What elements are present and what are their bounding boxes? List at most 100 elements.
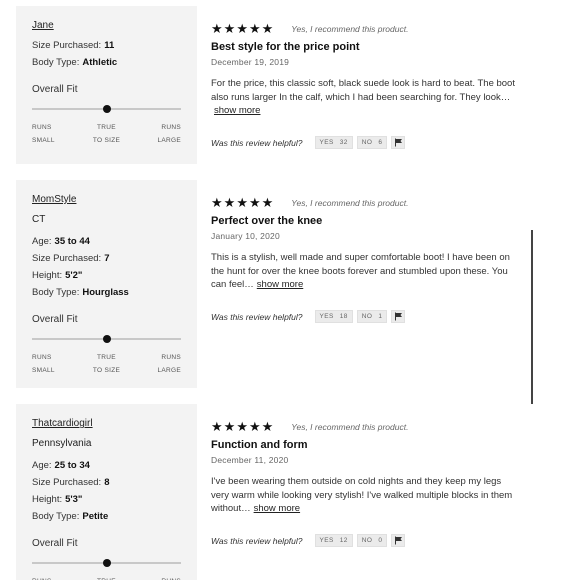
reviewer-attribute: Body Type: Petite [32,511,181,528]
attribute-label: Height: [32,270,63,281]
no-label: NO [361,313,373,320]
helpful-no-button[interactable]: NO 6 [356,136,388,149]
star-rating: ★ ★ ★ ★ ★ [211,23,273,36]
star-icon: ★ [248,195,261,211]
attribute-label: Body Type: [32,57,80,68]
reviewer-attribute: Size Purchased: 8 [32,477,181,494]
reviewer-username-link[interactable]: MomStyle [32,194,181,207]
star-icon: ★ [223,419,236,435]
reviewer-profile: Jane Size Purchased: 11 Body Type: Athletic O… [16,6,197,164]
fit-slider-marker [102,335,111,343]
helpful-yes-button[interactable]: YES 18 [314,310,353,323]
helpful-yes-button[interactable]: YES 12 [314,534,353,547]
fit-label-line: SMALL [32,137,55,144]
helpful-no-button[interactable]: NO 0 [356,534,388,547]
star-icon: ★ [248,419,261,435]
fit-label-line: RUNS [32,575,55,580]
reviewer-attribute: Age: 25 to 34 [32,460,181,477]
no-label: NO [361,139,373,146]
fit-label-line: TRUE [97,124,116,131]
rating-row: ★ ★ ★ ★ ★ Yes, I recommend this product. [211,196,531,210]
star-icon: ★ [211,21,223,37]
review-date: December 19, 2019 [211,57,290,67]
reviewer-username-link[interactable]: Thatcardiogirl [32,418,181,431]
review-body: For the price, this classic soft, black … [211,77,521,118]
reviewer-attribute: Size Purchased: 11 [32,40,181,57]
no-label: NO [361,537,373,544]
helpful-row: Was this review helpful? YES 32 NO 6 [211,136,531,150]
reviewer-attribute: Body Type: Athletic [32,57,181,74]
review-title: Best style for the price point [211,41,360,53]
reviewer-attribute: Body Type: Hourglass [32,287,181,304]
attribute-value: 5'2" [65,270,83,281]
overall-fit-slider [32,332,181,346]
reviewer-username-link[interactable]: Jane [32,20,181,33]
overall-fit-label: Overall Fit [32,538,78,549]
review-date: January 10, 2020 [211,231,280,241]
review-content: ★ ★ ★ ★ ★ Yes, I recommend this product. Perfe… [211,196,531,324]
reviewer-profile: Thatcardiogirl Pennsylvania Age: 25 to 34 Si… [16,404,197,580]
fit-label-line: SMALL [32,367,55,374]
fit-label-line: TO SIZE [92,137,121,144]
helpful-no-button[interactable]: NO 1 [356,310,388,323]
report-flag-button[interactable] [391,134,406,152]
yes-label: YES [319,537,334,544]
fit-scale-labels: RUNSSMALL TRUETO SIZE RUNSLARGE [32,575,181,580]
fit-label-true-to-size: TRUE TO SIZE [93,351,120,377]
fit-label-runs-small: RUNS SMALL [32,351,55,377]
review-body: I've been wearing them outside on cold n… [211,475,521,516]
review-body-text: This is a stylish, well made and super c… [211,252,510,290]
attribute-value: 25 to 34 [54,460,90,471]
star-icon: ★ [261,419,274,435]
report-flag-button[interactable] [391,534,406,547]
scrollbar[interactable] [531,230,533,404]
fit-slider-marker [102,559,111,567]
fit-label-line: RUNS [161,124,181,131]
attribute-value: 8 [104,477,110,488]
show-more-link[interactable]: show more [214,105,260,116]
yes-label: YES [319,139,334,146]
yes-count: 32 [339,139,348,146]
fit-label-runs-large: RUNSLARGE [157,351,181,377]
star-icon: ★ [223,195,236,211]
yes-count: 18 [339,313,348,320]
fit-label-runs-small: RUNSSMALL [32,121,55,147]
fit-label-line: RUNS [157,575,181,580]
fit-label-line: TRUE [93,575,120,580]
rating-row: ★ ★ ★ ★ ★ Yes, I recommend this product. [211,22,531,36]
reviewer-profile: MomStyle CT Age: 35 to 44 Size Purchased: 7 He… [16,180,197,388]
fit-label-runs-large: RUNSLARGE [157,575,181,580]
fit-label-line: RUNS [161,354,181,361]
show-more-link[interactable]: show more [257,279,303,290]
flag-icon [394,134,403,152]
review-date: December 11, 2020 [211,455,289,465]
reviewer-attribute: Height: 5'2" [32,270,181,287]
fit-label-runs-small: RUNSSMALL [32,575,55,580]
helpful-row: Was this review helpful? YES 12 NO 0 [211,534,531,548]
attribute-label: Height: [32,494,63,505]
review-body-text: For the price, this classic soft, black … [211,78,515,103]
review-body: This is a stylish, well made and super c… [211,251,521,292]
attribute-label: Age: [32,236,52,247]
fit-label-true-to-size: TRUETO SIZE [93,575,120,580]
fit-label-line: TO SIZE [92,367,121,374]
star-icon: ★ [236,419,248,435]
reviewer-location: Pennsylvania [32,438,92,449]
review-title: Function and form [211,439,308,451]
report-flag-button[interactable] [391,310,406,323]
reviewer-attribute: Age: 35 to 44 [32,236,181,253]
star-icon: ★ [236,195,248,211]
fit-label-true-to-size: TRUE TO SIZE [93,121,120,147]
fit-scale-labels: RUNSSMALLTRUETO SIZERUNSLARGE [32,121,181,149]
helpful-yes-button[interactable]: YES 32 [314,136,353,149]
fit-label-line: RUNS [32,354,52,361]
recommend-text: Yes, I recommend this product. [291,422,409,432]
fit-label-line: TRUE [97,354,116,361]
overall-fit-slider [32,102,181,116]
show-more-link[interactable]: show more [254,503,300,514]
star-icon: ★ [211,419,223,435]
recommend-text: Yes, I recommend this product. [291,24,409,34]
attribute-value: 11 [104,40,115,51]
attribute-value: Petite [82,511,109,522]
no-count: 1 [378,313,383,320]
